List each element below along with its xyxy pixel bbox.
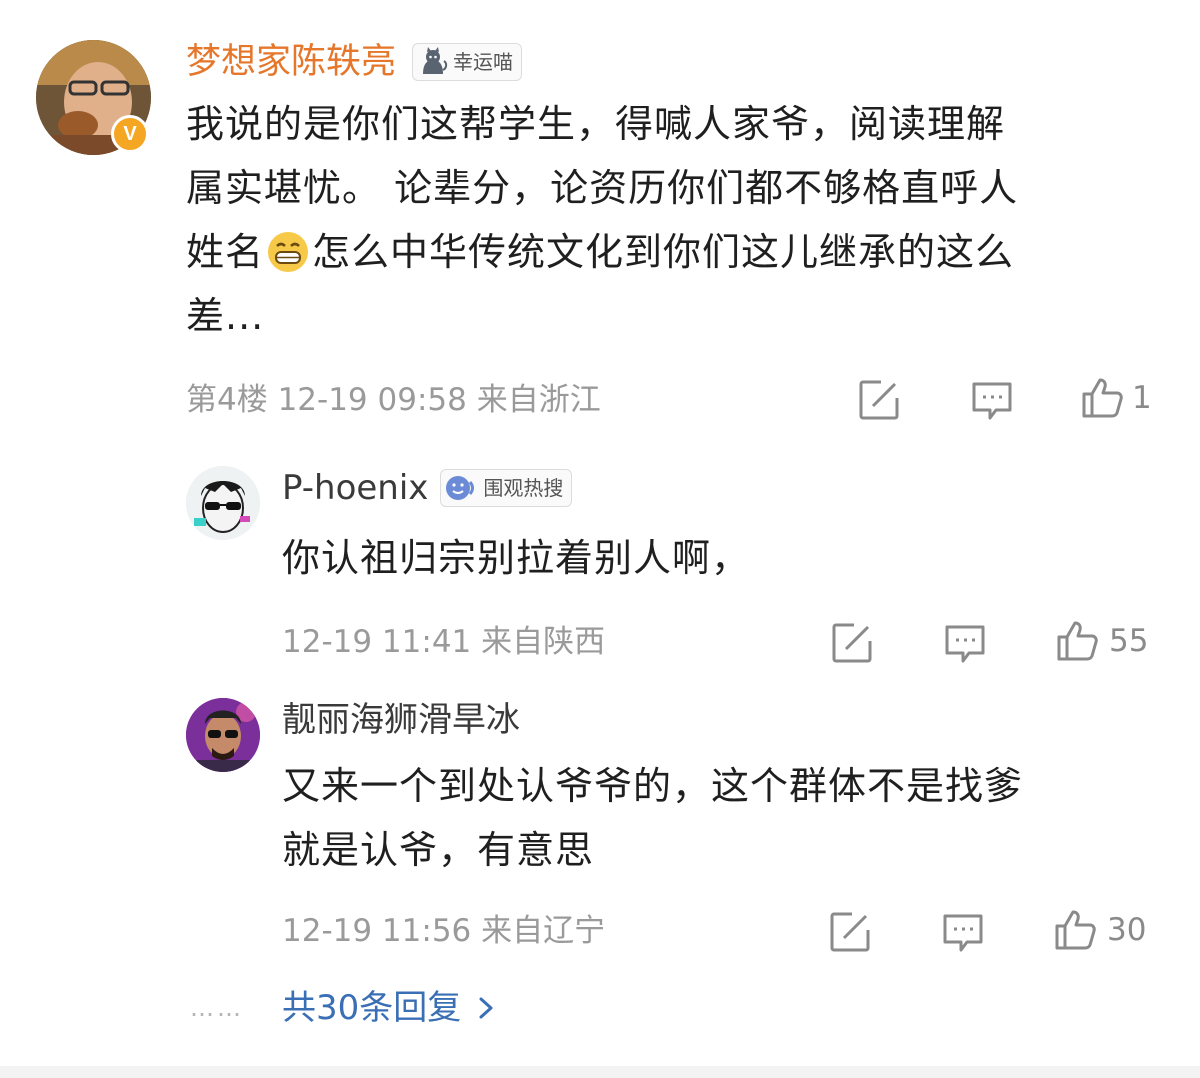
- reply-1-badge-label: 围观热搜: [483, 476, 564, 500]
- reply-2-avatar-image: [186, 698, 260, 772]
- main-comment-text: 我说的是你们这帮学生，得喊人家爷，阅读理解 属实堪忧。 论辈分，论资历你们都不够…: [186, 92, 1176, 348]
- main-line-3: 姓名 怎么中华传统文化到你们这儿继承的这么: [186, 220, 1176, 284]
- reply-2-comment-icon[interactable]: [941, 910, 985, 954]
- more-replies-label: 共30条回复: [282, 988, 462, 1028]
- reply-1-like-count: 55: [1109, 623, 1149, 659]
- main-header: 梦想家陈轶亮 幸运喵: [186, 38, 523, 86]
- verified-badge: V: [111, 115, 149, 153]
- main-line-3b: 怎么中华传统文化到你们这儿继承的这么: [312, 230, 1015, 274]
- reply-2-line-2: 就是认爷，有意思: [282, 828, 595, 872]
- smile-badge-icon: [446, 476, 475, 500]
- reply-2-meta: 12-19 11:56 来自辽宁: [282, 913, 606, 949]
- main-user-badge[interactable]: 幸运喵: [412, 43, 523, 81]
- chevron-right-icon: [479, 997, 493, 1019]
- reply-2-edit-icon[interactable]: [828, 910, 872, 954]
- reply-2-like-icon: [1055, 910, 1096, 950]
- reply-1-avatar-image: [186, 466, 260, 540]
- reply-2-like[interactable]: 30: [1053, 908, 1146, 952]
- reply-2-like-count: 30: [1107, 912, 1147, 948]
- grin-emoji-icon: [268, 232, 309, 272]
- cat-badge-icon: [423, 47, 448, 74]
- reply-1-username[interactable]: P-hoenix: [282, 466, 428, 510]
- reply-1-comment-icon[interactable]: [943, 621, 987, 665]
- bottom-divider: [0, 1066, 1200, 1078]
- like-icon: [1082, 378, 1123, 418]
- main-username[interactable]: 梦想家陈轶亮: [186, 38, 396, 86]
- main-line-4: 差...: [186, 294, 265, 338]
- main-line-1: 我说的是你们这帮学生，得喊人家爷，阅读理解: [186, 102, 1006, 146]
- more-dots: ……: [190, 994, 244, 1022]
- main-like-count: 1: [1132, 380, 1152, 416]
- main-line-3a: 姓名: [186, 230, 265, 274]
- reply-1-text: 你认祖归宗别拉着别人啊，: [282, 536, 751, 580]
- main-meta: 第4楼 12-19 09:58 来自浙江: [186, 382, 601, 418]
- reply-2-username[interactable]: 靓丽海狮滑旱冰: [282, 698, 520, 742]
- more-replies-link[interactable]: 共30条回复: [282, 986, 497, 1030]
- reply-1-meta: 12-19 11:41 来自陕西: [282, 624, 606, 660]
- main-line-2: 属实堪忧。 论辈分，论资历你们都不够格直呼人: [186, 166, 1019, 210]
- reply-1-avatar[interactable]: [186, 466, 260, 540]
- reply-1-user-badge[interactable]: 围观热搜: [440, 469, 573, 507]
- main-like[interactable]: 1: [1080, 376, 1152, 420]
- reply-2-avatar[interactable]: [186, 698, 260, 772]
- edit-icon[interactable]: [857, 378, 901, 422]
- reply-1-edit-icon[interactable]: [830, 621, 874, 665]
- comment-icon[interactable]: [970, 378, 1014, 422]
- reply-2-text: 又来一个到处认爷爷的，这个群体不是找爹 就是认爷，有意思: [282, 754, 1162, 882]
- reply-1-header: P-hoenix 围观热搜: [282, 466, 573, 510]
- main-badge-label: 幸运喵: [453, 50, 514, 74]
- reply-2-line-1: 又来一个到处认爷爷的，这个群体不是找爹: [282, 764, 1024, 808]
- reply-1-like-icon: [1057, 621, 1098, 661]
- reply-1-like[interactable]: 55: [1055, 619, 1148, 663]
